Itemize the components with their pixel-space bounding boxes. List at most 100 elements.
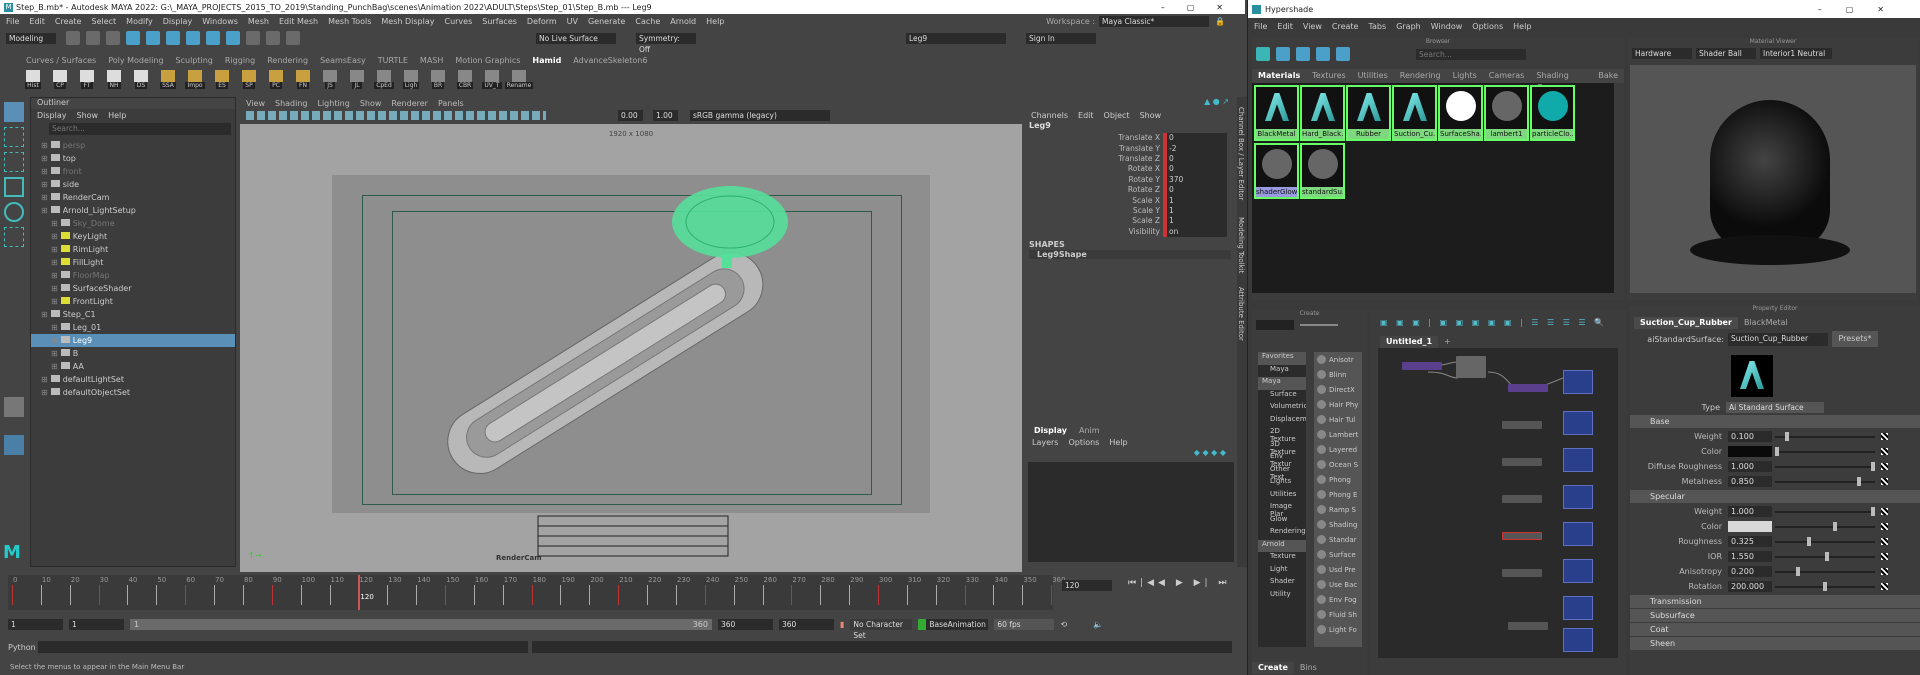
create-list-item[interactable]: Hair Tul xyxy=(1314,412,1362,427)
expand-icon[interactable]: ⊞ xyxy=(41,388,48,397)
map-texture-icon[interactable] xyxy=(1881,568,1888,575)
map-texture-icon[interactable] xyxy=(1881,463,1888,470)
slider-knob[interactable] xyxy=(1856,476,1861,486)
attribute-value[interactable]: 200.000 xyxy=(1728,581,1772,592)
expand-icon[interactable]: ⊞ xyxy=(41,167,48,176)
shading-group-node[interactable] xyxy=(1563,628,1593,652)
window-controls[interactable]: –▢✕ xyxy=(1161,3,1245,12)
layer-menu-item[interactable]: Help xyxy=(1109,438,1127,447)
channel-row[interactable]: Rotate Y 370 xyxy=(1085,174,1227,185)
channel-menu-item[interactable]: Show xyxy=(1140,111,1162,120)
shader-node-selected[interactable] xyxy=(1502,532,1542,540)
map-texture-icon[interactable] xyxy=(1881,583,1888,590)
create-list-item[interactable]: Shading xyxy=(1314,517,1362,532)
create-list-item[interactable]: Surface xyxy=(1314,547,1362,562)
character-set-dropdown[interactable]: No Character Set xyxy=(850,618,913,640)
shader-node[interactable] xyxy=(1508,384,1548,392)
material-swatch[interactable]: Suction_Cu... xyxy=(1392,85,1437,141)
channel-row[interactable]: Scale Z 1 xyxy=(1085,216,1227,227)
shelf-button[interactable]: Impo xyxy=(184,69,206,89)
workspace-dropdown[interactable]: Maya Classic* xyxy=(1099,15,1210,27)
channel-menu-item[interactable]: Channels xyxy=(1031,111,1068,120)
tab-create[interactable]: Create xyxy=(1252,662,1294,674)
material-swatch[interactable]: SurfaceSha... xyxy=(1438,85,1483,141)
shelf-button[interactable]: SP xyxy=(238,69,260,89)
channel-value[interactable]: 0 xyxy=(1167,184,1227,196)
create-list-item[interactable]: Env Fog xyxy=(1314,592,1362,607)
channel-name[interactable]: Visibility xyxy=(1085,227,1163,237)
expand-icon[interactable]: ⊞ xyxy=(51,362,58,371)
shelf-button[interactable]: Rename xyxy=(504,69,534,89)
material-swatch[interactable]: Rubber xyxy=(1346,85,1391,141)
outliner-item[interactable]: ⊞ Arnold_LightSetup xyxy=(31,204,235,217)
view-icon[interactable] xyxy=(1316,47,1330,61)
section-specular[interactable]: Specular xyxy=(1630,490,1920,503)
attribute-slider[interactable] xyxy=(1775,566,1875,576)
channel-name[interactable]: Scale Y xyxy=(1085,206,1163,216)
attribute-slider[interactable] xyxy=(1775,461,1875,471)
create-tree-item[interactable]: Env Textur xyxy=(1258,452,1306,468)
channel-value[interactable]: -2 xyxy=(1167,143,1227,154)
create-tree-item[interactable]: Utilities xyxy=(1258,490,1306,503)
shading-group-node[interactable] xyxy=(1563,522,1593,546)
hypershade-menu-item[interactable]: Options xyxy=(1472,22,1503,31)
shelf-tab[interactable]: SeamsEasy xyxy=(314,55,372,67)
shading-group-node[interactable] xyxy=(1563,596,1593,620)
create-tree-item[interactable]: Utility xyxy=(1258,590,1306,603)
tab-display[interactable]: Display xyxy=(1028,424,1073,437)
shader-node[interactable] xyxy=(1508,622,1548,630)
shelf-button[interactable]: Ligh xyxy=(400,69,422,89)
section-transmission[interactable]: Transmission xyxy=(1630,595,1920,608)
hypershade-menu-item[interactable]: File xyxy=(1254,22,1267,31)
browser-tab[interactable]: Shading Groups xyxy=(1530,70,1592,92)
shelf-button[interactable]: JS xyxy=(319,69,341,89)
shading-group-node[interactable] xyxy=(1563,370,1593,394)
create-tree-item[interactable]: 2D Texture xyxy=(1258,427,1306,443)
shelf-button[interactable]: UV_T xyxy=(481,69,503,89)
channel-value[interactable]: 0 xyxy=(1167,153,1227,165)
layout-single-icon[interactable] xyxy=(4,397,24,417)
hypershade-menu-item[interactable]: Help xyxy=(1513,22,1531,31)
browser-tab[interactable]: Rendering xyxy=(1394,70,1447,82)
move-tool-icon[interactable] xyxy=(4,177,24,197)
attribute-value[interactable]: 1.000 xyxy=(1728,461,1772,472)
outliner-item[interactable]: ⊞ defaultLightSet xyxy=(31,373,235,386)
attribute-value[interactable] xyxy=(1728,446,1772,457)
outliner-menu-item[interactable]: Help xyxy=(108,111,126,120)
attribute-value[interactable]: 1.550 xyxy=(1728,551,1772,562)
channel-row[interactable]: Translate Z 0 xyxy=(1085,153,1227,165)
section-base[interactable]: Base xyxy=(1630,415,1920,428)
type-dropdown[interactable]: Ai Standard Surface xyxy=(1726,402,1824,413)
create-filter-field[interactable] xyxy=(1256,320,1294,330)
create-tree-item[interactable]: Shader xyxy=(1258,577,1306,590)
create-tree-item[interactable]: Volumetric xyxy=(1258,402,1306,415)
channel-name[interactable]: Rotate X xyxy=(1085,164,1163,174)
channel-value[interactable]: 370 xyxy=(1167,174,1227,185)
expand-icon[interactable]: ⊞ xyxy=(51,297,58,306)
create-tree-item[interactable]: Maya xyxy=(1258,377,1306,390)
presets-button[interactable]: Presets* xyxy=(1832,331,1878,347)
tab-modeling-toolkit[interactable]: Modeling Toolkit xyxy=(1237,217,1245,277)
shelf-button[interactable]: Hist xyxy=(22,69,44,89)
channel-name[interactable]: Translate X xyxy=(1085,133,1163,143)
material-swatch[interactable]: Hard_Black... xyxy=(1300,85,1345,141)
create-list-item[interactable]: Standar xyxy=(1314,532,1362,547)
shelf-button[interactable]: CpEd xyxy=(373,69,395,89)
viewport-menu-item[interactable]: Show xyxy=(360,99,382,108)
channel-value[interactable]: 1 xyxy=(1167,205,1227,217)
shelf-tab[interactable]: MASH xyxy=(414,55,449,67)
attribute-slider[interactable] xyxy=(1775,551,1875,561)
shelf-tab[interactable]: Rigging xyxy=(219,55,261,67)
range-slider[interactable]: 1 360 xyxy=(130,618,712,630)
shading-group-node[interactable] xyxy=(1563,448,1593,472)
slider-knob[interactable] xyxy=(1823,581,1827,591)
symmetry-dropdown[interactable]: Symmetry: Off xyxy=(636,32,696,54)
attribute-slider[interactable] xyxy=(1775,431,1875,441)
outliner-item[interactable]: ⊞ persp xyxy=(31,139,235,152)
renderer-dropdown[interactable]: Hardware xyxy=(1632,47,1692,59)
map-texture-icon[interactable] xyxy=(1881,553,1888,560)
material-swatch[interactable]: standardSu... xyxy=(1300,143,1345,199)
shelf-button[interactable]: PC xyxy=(265,69,287,89)
create-tree-item[interactable]: Favorites xyxy=(1258,352,1306,365)
expand-icon[interactable]: ⊞ xyxy=(41,375,48,384)
